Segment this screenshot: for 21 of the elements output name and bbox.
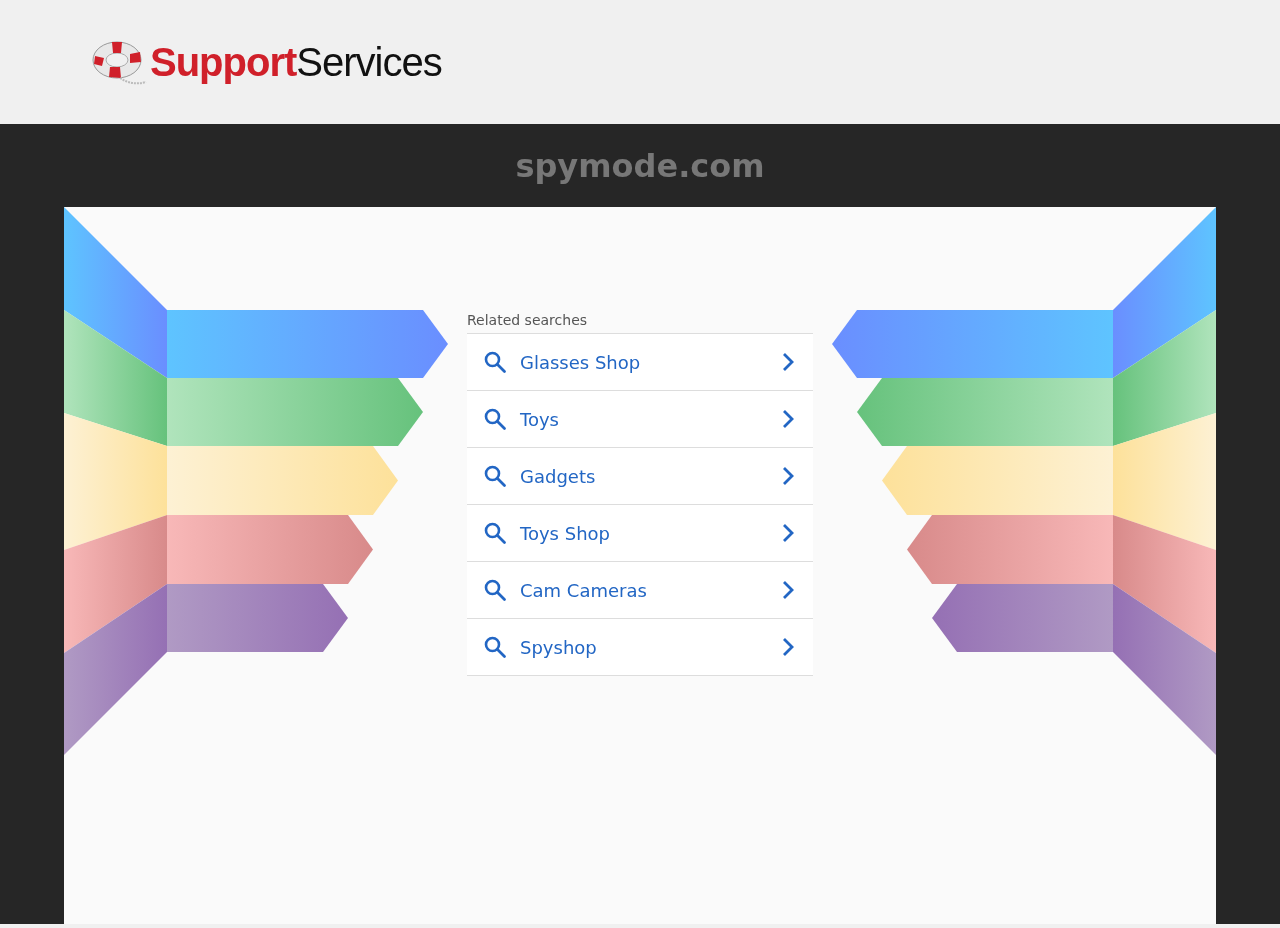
domain-title: spymode.com bbox=[515, 146, 765, 185]
related-searches-heading: Related searches bbox=[467, 312, 588, 330]
logo-wordmark: SupportServices bbox=[150, 39, 442, 85]
search-link[interactable]: Toys Shop bbox=[467, 504, 813, 561]
search-icon bbox=[483, 407, 507, 431]
search-icon bbox=[483, 578, 507, 602]
search-link[interactable]: Gadgets bbox=[467, 447, 813, 504]
search-link[interactable]: Toys bbox=[467, 390, 813, 447]
chevron-right-icon bbox=[781, 408, 795, 430]
search-link[interactable]: Cam Cameras bbox=[467, 561, 813, 618]
chevron-right-icon bbox=[781, 636, 795, 658]
search-icon bbox=[483, 635, 507, 659]
chevron-right-icon bbox=[781, 351, 795, 373]
chevron-right-icon bbox=[781, 522, 795, 544]
search-link[interactable]: Spyshop bbox=[467, 618, 813, 675]
chevron-right-icon bbox=[781, 465, 795, 487]
search-link[interactable]: Glasses Shop bbox=[467, 333, 813, 390]
search-icon bbox=[483, 464, 507, 488]
search-icon bbox=[483, 350, 507, 374]
chevron-right-icon bbox=[781, 579, 795, 601]
search-icon bbox=[483, 521, 507, 545]
